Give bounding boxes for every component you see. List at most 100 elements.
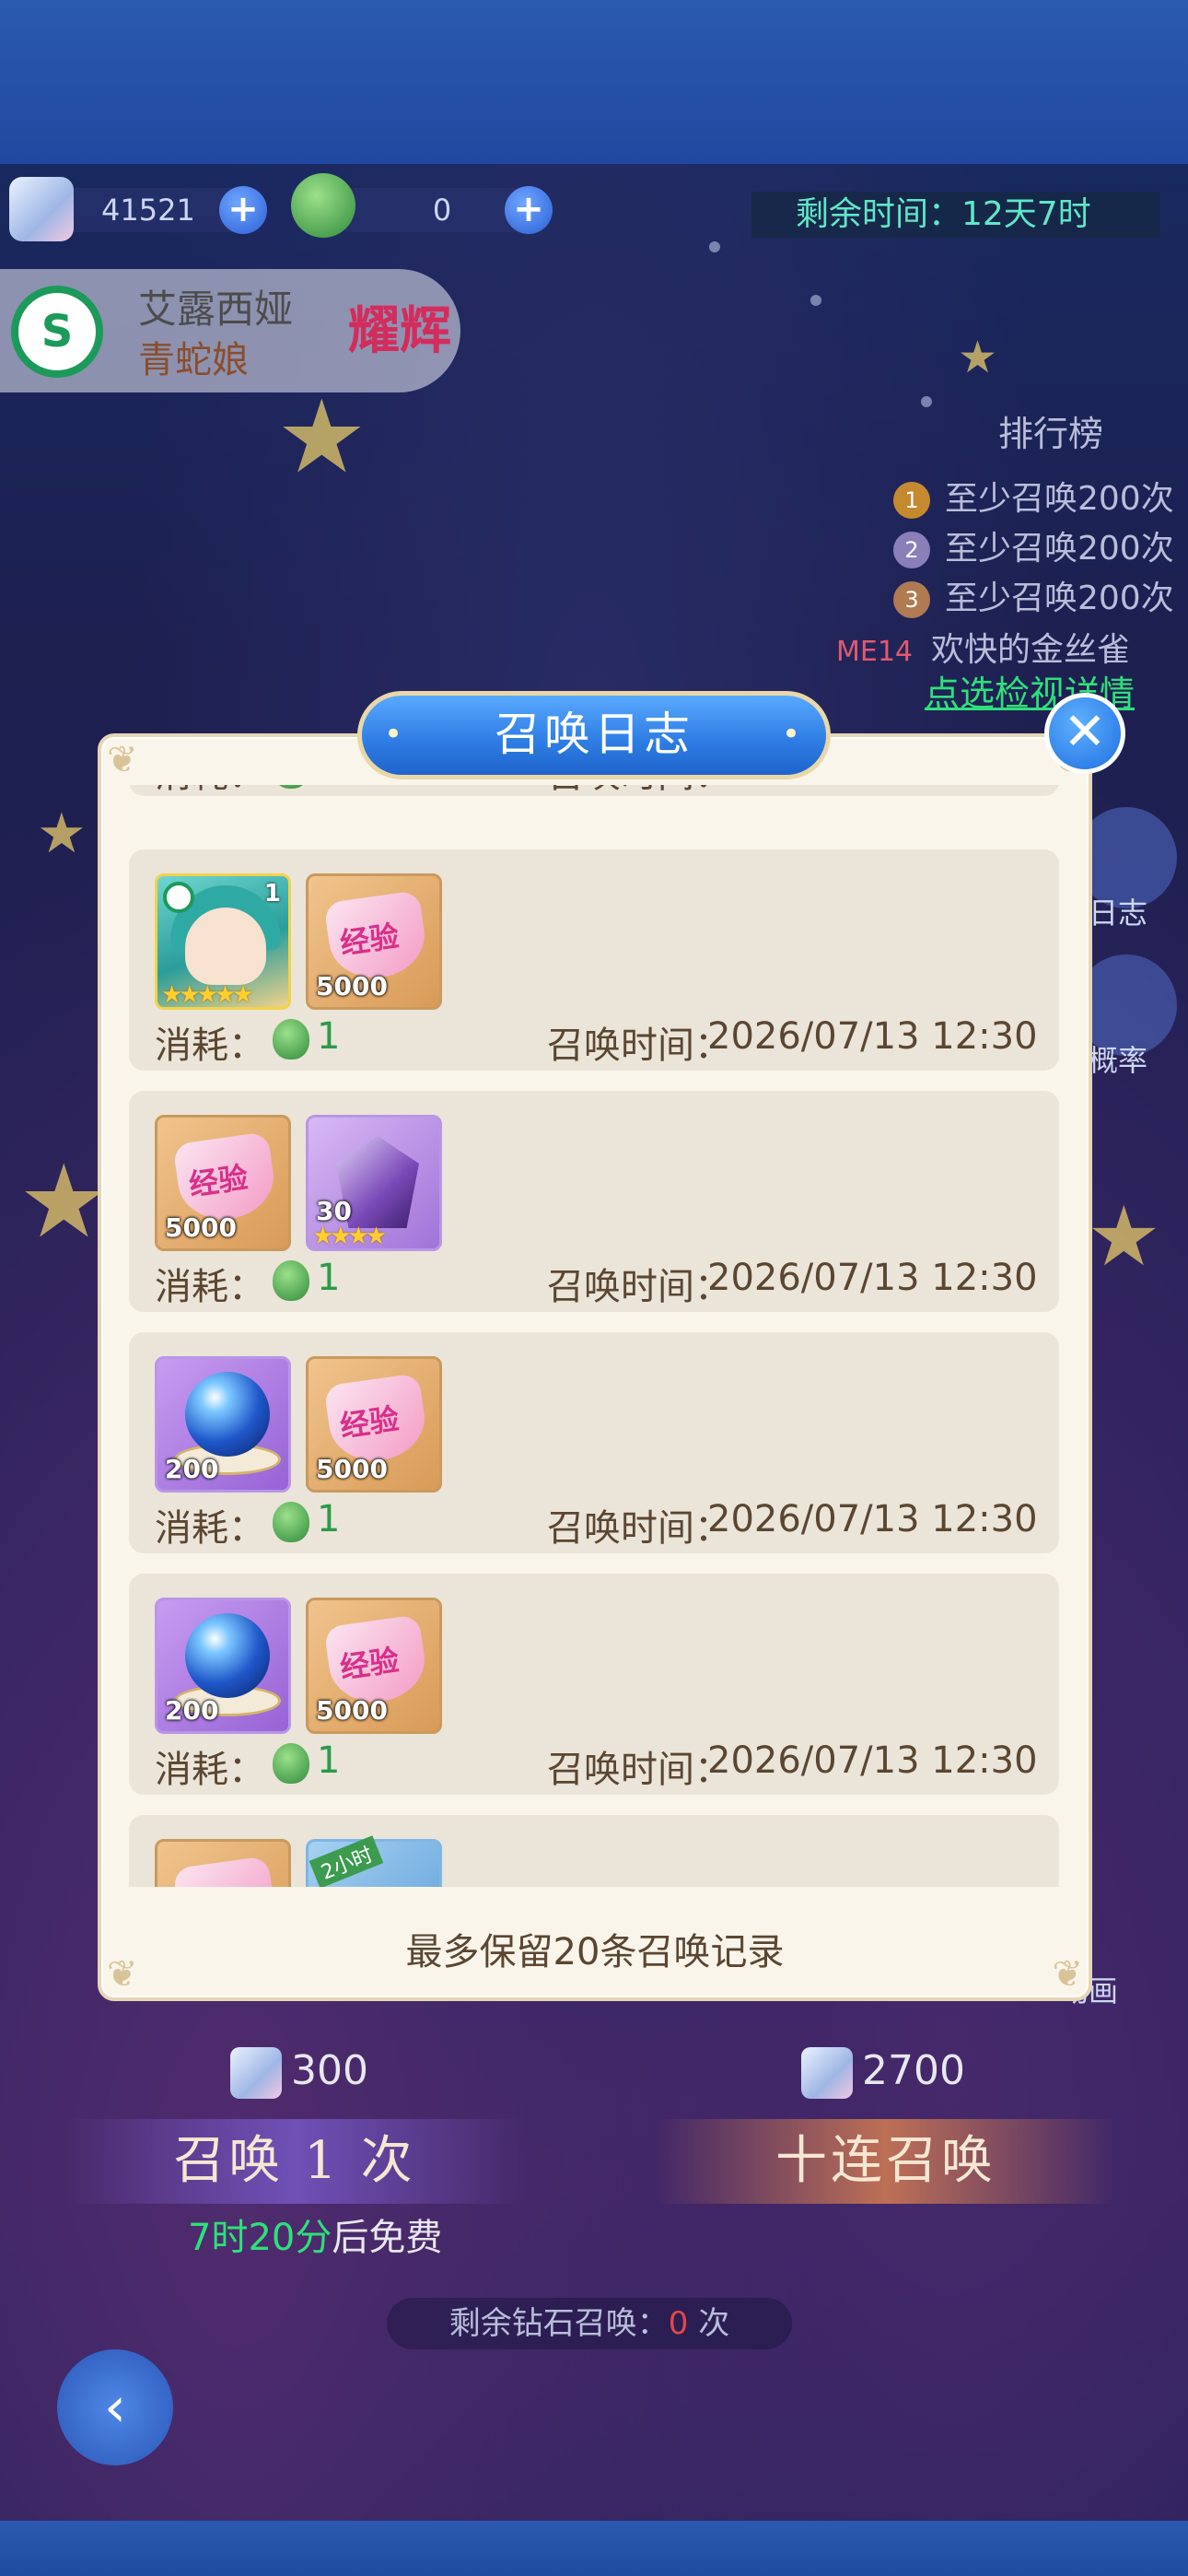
diamond-count: 41521 bbox=[101, 193, 195, 228]
snake-emblem-icon bbox=[163, 882, 194, 913]
time-value: 2026/07/13 12:30 bbox=[707, 1257, 1038, 1299]
star-orb-item[interactable]: 200 bbox=[155, 1356, 291, 1493]
time-label: 召唤时间： bbox=[547, 1507, 731, 1550]
star-decoration: ★ bbox=[1087, 1188, 1161, 1285]
exp-item[interactable]: 经验 5000 bbox=[155, 1115, 291, 1251]
rank-number: 2 bbox=[893, 532, 930, 568]
single-pull-cost: 300 bbox=[230, 2047, 368, 2099]
item-count: 1 bbox=[263, 880, 281, 907]
purple-crystal-item[interactable]: 30 ★★★★ bbox=[306, 1115, 442, 1251]
my-name: 欢快的金丝雀 bbox=[931, 631, 1131, 669]
time-label: 召唤时间： bbox=[547, 785, 731, 798]
time-label: 召唤时间： bbox=[547, 1025, 731, 1067]
corner-ornament: ❦ bbox=[107, 739, 138, 781]
leaderboard-me-entry: ME14 欢快的金丝雀 bbox=[836, 623, 1130, 671]
cost-label: 消耗： bbox=[155, 1749, 265, 1791]
star-rating: ★★★★★ bbox=[161, 981, 254, 1009]
back-button[interactable]: ‹ bbox=[57, 2349, 173, 2465]
exp-item[interactable]: 经验 5000 bbox=[306, 1356, 442, 1493]
star-orb-item[interactable]: 200 bbox=[155, 1598, 291, 1734]
record-meta: 消耗： 1 召唤时间： 2026/07/13 12:30 bbox=[155, 785, 1039, 796]
modal-title: 召唤日志 bbox=[357, 691, 831, 779]
ten-pull-cost: 2700 bbox=[801, 2047, 965, 2099]
hop-icon bbox=[273, 1019, 309, 1060]
record-meta: 消耗： 1 召唤时间： 2026/07/13 12:30 bbox=[155, 1739, 1039, 1791]
item-count: 5000 bbox=[316, 971, 388, 1001]
face bbox=[185, 907, 266, 985]
summon-record: 200 经验 5000 消耗： 1 召唤时间： 2026/07/13 12:30 bbox=[129, 1574, 1059, 1795]
item-count: 200 bbox=[165, 1695, 219, 1726]
summon-record: 2小时 bbox=[129, 1815, 1059, 1887]
leaderboard-entry: 1 至少召唤200次 bbox=[893, 472, 1174, 520]
star-decoration: ★ bbox=[958, 332, 998, 383]
duration-ribbon: 2小时 bbox=[309, 1835, 384, 1887]
exp-label: 经验 bbox=[186, 1159, 250, 1203]
single-summon-button[interactable]: 召唤 1 次 bbox=[64, 2119, 525, 2204]
rank-number: 1 bbox=[893, 482, 930, 519]
rank-number: 3 bbox=[893, 581, 930, 618]
constellation-dot bbox=[921, 396, 932, 407]
exp-label: 经验 bbox=[337, 1642, 402, 1686]
hop-icon bbox=[273, 785, 309, 789]
character-card[interactable]: S 艾露西娅 青蛇娘 耀辉 bbox=[0, 269, 460, 392]
ten-summon-button[interactable]: 十连召唤 bbox=[656, 2119, 1116, 2204]
log-label: 日志 bbox=[1089, 896, 1148, 931]
rarity-badge: 耀辉 bbox=[348, 300, 451, 361]
leaderboard-entry: 3 至少召唤200次 bbox=[893, 571, 1174, 619]
summon-record: 经验 5000 30 ★★★★ 消耗： 1 召唤时间： 2026/07/13 1… bbox=[129, 1091, 1059, 1312]
summon-record: 消耗： 1 召唤时间： 2026/07/13 12:30 bbox=[129, 785, 1059, 796]
exp-label: 经验 bbox=[337, 1400, 402, 1445]
ten-pull-cost-value: 2700 bbox=[862, 2047, 965, 2094]
remaining-suffix: 次 bbox=[698, 2305, 730, 2342]
leaderboard-entry-text: 至少召唤200次 bbox=[945, 480, 1174, 518]
exp-item[interactable]: 经验 5000 bbox=[306, 873, 442, 1010]
character-subtitle: 青蛇娘 bbox=[138, 339, 249, 381]
leaderboard-entry-text: 至少召唤200次 bbox=[945, 530, 1174, 568]
exp-item[interactable]: 经验 5000 bbox=[306, 1598, 442, 1734]
free-suffix: 后免费 bbox=[332, 2217, 443, 2259]
summon-record: 200 经验 5000 消耗： 1 召唤时间： 2026/07/13 12:30 bbox=[129, 1332, 1059, 1553]
cost-value: 1 bbox=[317, 1015, 341, 1058]
exp-item[interactable] bbox=[155, 1839, 291, 1887]
item-count: 5000 bbox=[316, 1454, 388, 1484]
hop-count: 0 bbox=[432, 193, 452, 228]
star-decoration: ★ bbox=[18, 1142, 110, 1260]
record-limit-note: 最多保留20条召唤记录 bbox=[405, 1931, 785, 1973]
diamond-icon bbox=[9, 177, 74, 241]
diamond-icon bbox=[230, 2047, 282, 2099]
single-pull-cost-value: 300 bbox=[291, 2047, 368, 2094]
free-summon-timer: 7时20分后免费 bbox=[188, 2207, 442, 2261]
my-rank: ME14 bbox=[836, 636, 914, 668]
leaderboard-entry-text: 至少召唤200次 bbox=[945, 580, 1174, 617]
cost-value: 1 bbox=[317, 785, 340, 787]
add-hop-button[interactable]: + bbox=[505, 186, 553, 234]
star-rating: ★★★★ bbox=[312, 1223, 387, 1250]
item-count: 200 bbox=[165, 1454, 219, 1484]
exp-heart-icon bbox=[172, 1856, 279, 1887]
top-status-band bbox=[0, 0, 1188, 164]
hop-icon bbox=[273, 1260, 309, 1301]
remaining-count: 0 bbox=[668, 2305, 689, 2342]
bottom-band bbox=[0, 2521, 1188, 2576]
close-button[interactable]: ✕ bbox=[1044, 693, 1125, 774]
leaderboard-title: 排行榜 bbox=[998, 414, 1104, 454]
item-count: 5000 bbox=[165, 1212, 237, 1243]
cost-value: 1 bbox=[317, 1739, 341, 1782]
summon-record-list[interactable]: 消耗： 1 召唤时间： 2026/07/13 12:30 1 ★★★★★ 经验 … bbox=[129, 785, 1059, 1887]
exp-label: 经验 bbox=[337, 918, 402, 962]
time-boost-item[interactable]: 2小时 bbox=[306, 1835, 442, 1887]
cost-label: 消耗： bbox=[155, 1025, 265, 1067]
summon-record: 1 ★★★★★ 经验 5000 消耗： 1 召唤时间： 2026/07/13 1… bbox=[129, 849, 1059, 1071]
probability-label: 概率 bbox=[1089, 1043, 1148, 1078]
star-decoration: ★ bbox=[276, 378, 367, 496]
hop-icon bbox=[291, 173, 355, 238]
character-card-item[interactable]: 1 ★★★★★ bbox=[155, 873, 291, 1010]
cost-label: 消耗： bbox=[155, 785, 265, 798]
record-meta: 消耗： 1 召唤时间： 2026/07/13 12:30 bbox=[155, 1257, 1039, 1308]
record-meta: 消耗： 1 召唤时间： 2026/07/13 12:30 bbox=[155, 1498, 1039, 1550]
cost-label: 消耗： bbox=[155, 1507, 265, 1550]
character-name: 艾露西娅 bbox=[138, 287, 294, 332]
diamond-icon bbox=[801, 2047, 853, 2099]
add-diamond-button[interactable]: + bbox=[219, 186, 267, 234]
snake-emblem-icon: S bbox=[11, 286, 103, 378]
